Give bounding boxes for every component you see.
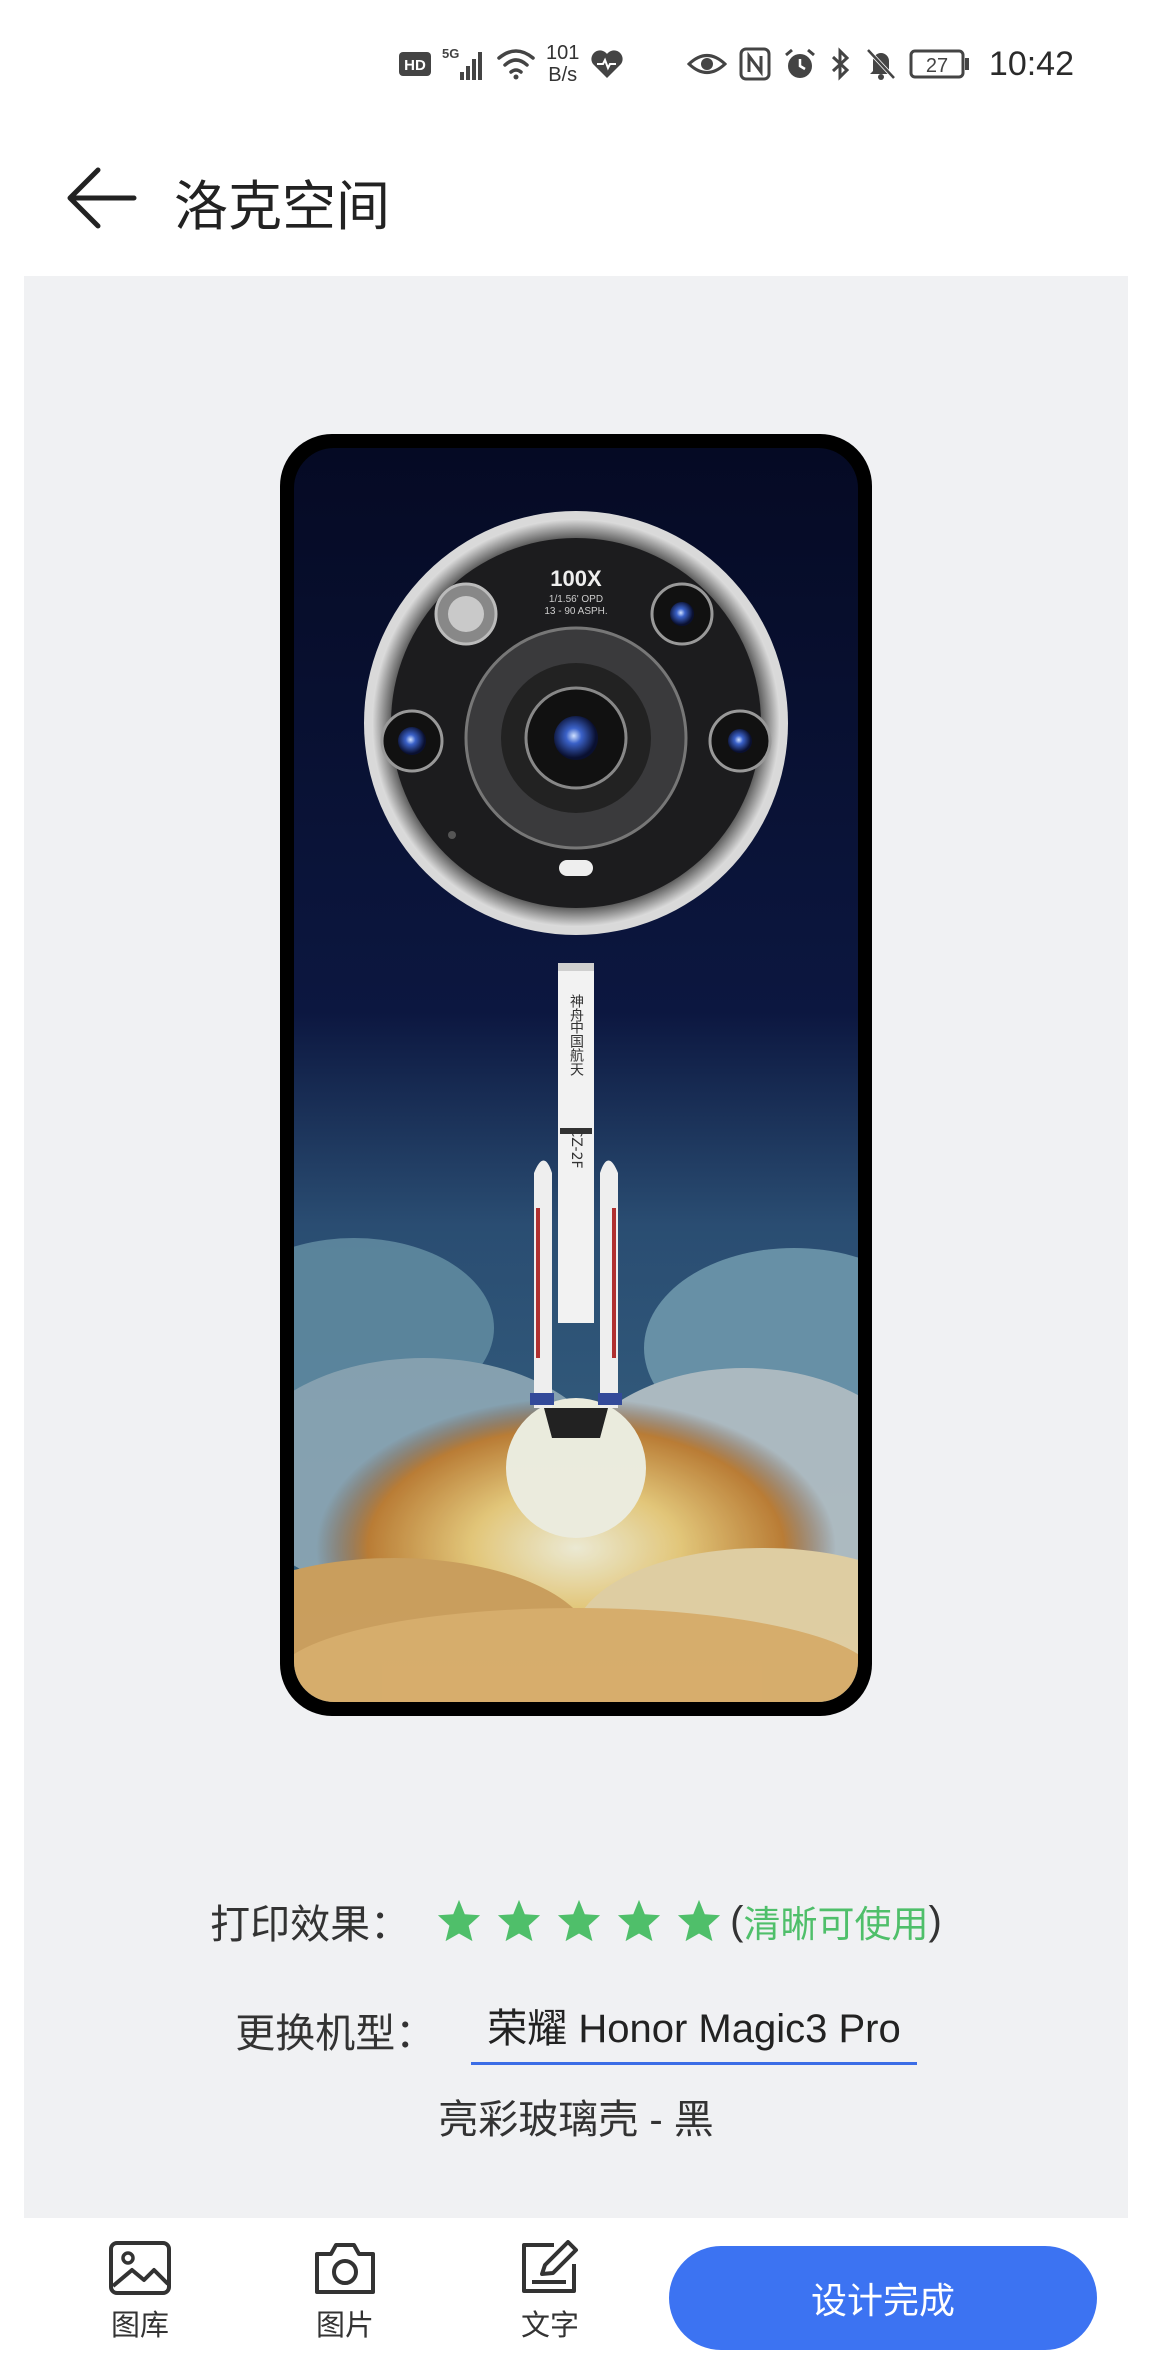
star-icon [618, 1899, 661, 1942]
wifi-icon [496, 47, 536, 81]
quality-text: 清晰可使用 [743, 1904, 929, 1945]
phone-case-preview[interactable]: 100X 1/1.56' OPD 13 - 90 ASPH. 神舟 中国航天 C… [280, 434, 872, 1716]
print-quality-row: 打印效果： ( 清晰可使用 ) [24, 1886, 1128, 1956]
back-button[interactable] [62, 158, 142, 238]
quality-paren-open: ( [730, 1898, 744, 1943]
rocket-text-model: CZ-2F [568, 1127, 584, 1168]
net-speed-value: 101 [546, 42, 580, 64]
star-icon [558, 1899, 601, 1942]
camera-text-sub1: 1/1.56' OPD [549, 594, 603, 605]
back-arrow-icon [67, 167, 137, 229]
rocket-text-top: 神舟 [568, 994, 584, 1023]
battery-text: 27 [926, 55, 948, 77]
signal-icon: 5G [442, 46, 486, 82]
star-icon [678, 1899, 721, 1942]
gallery-button[interactable]: 图库 [80, 2240, 200, 2344]
design-complete-button[interactable]: 设计完成 [669, 2246, 1097, 2350]
design-preview-area: 100X 1/1.56' OPD 13 - 90 ASPH. 神舟 中国航天 C… [24, 276, 1128, 2218]
rating-stars [436, 1898, 722, 1944]
quality-paren-close: ) [928, 1898, 942, 1943]
net-speed-unit: B/s [548, 64, 578, 86]
header: 洛克空间 [0, 140, 1152, 250]
status-bar-right: 27 10:42 [686, 40, 1074, 88]
nfc-icon [739, 47, 771, 81]
battery-icon: 27 [909, 47, 971, 81]
hd-text: HD [404, 57, 426, 74]
text-label: 文字 [520, 2310, 579, 2342]
status-bar-left: HD 5G 101 B/s [398, 42, 625, 86]
phone-model-selector[interactable]: 荣耀 Honor Magic3 Pro [471, 1996, 917, 2065]
bottom-toolbar: 图库 图片 文字 设计完成 [0, 2218, 1152, 2376]
page-title: 洛克空间 [174, 177, 390, 237]
model-row: 更换机型： 荣耀 Honor Magic3 Pro [24, 1990, 1128, 2070]
status-bar: HD 5G 101 B/s 27 10:42 [0, 0, 1152, 130]
case-design-image: 100X 1/1.56' OPD 13 - 90 ASPH. 神舟 中国航天 C… [294, 448, 858, 1702]
health-heart-icon [589, 48, 625, 80]
network-text: 5G [442, 46, 459, 61]
mute-bell-icon [865, 47, 897, 81]
photo-button[interactable]: 图片 [285, 2240, 405, 2344]
clock-time: 10:42 [988, 44, 1074, 83]
hd-icon: HD [398, 50, 432, 78]
net-speed: 101 B/s [546, 42, 579, 86]
text-button[interactable]: 文字 [490, 2240, 610, 2344]
alarm-icon [783, 47, 817, 81]
model-label: 更换机型： [235, 2012, 436, 2056]
eye-icon [686, 49, 727, 79]
edit-text-icon [522, 2240, 578, 2293]
photo-label: 图片 [315, 2310, 374, 2342]
material-row: 亮彩玻璃壳 - 黑 [24, 2086, 1128, 2146]
bluetooth-icon [829, 47, 853, 81]
gallery-label: 图库 [110, 2310, 169, 2342]
gallery-icon [109, 2241, 171, 2295]
camera-text-sub2: 13 - 90 ASPH. [544, 606, 607, 617]
camera-icon [315, 2243, 375, 2294]
rocket-text-brand: 中国航天 [568, 1020, 584, 1076]
case-material-text: 亮彩玻璃壳 - 黑 [438, 2098, 714, 2142]
camera-text-main: 100X [550, 566, 602, 591]
print-quality-label: 打印效果： [210, 1903, 411, 1947]
star-icon [438, 1899, 481, 1942]
star-icon [498, 1899, 541, 1942]
